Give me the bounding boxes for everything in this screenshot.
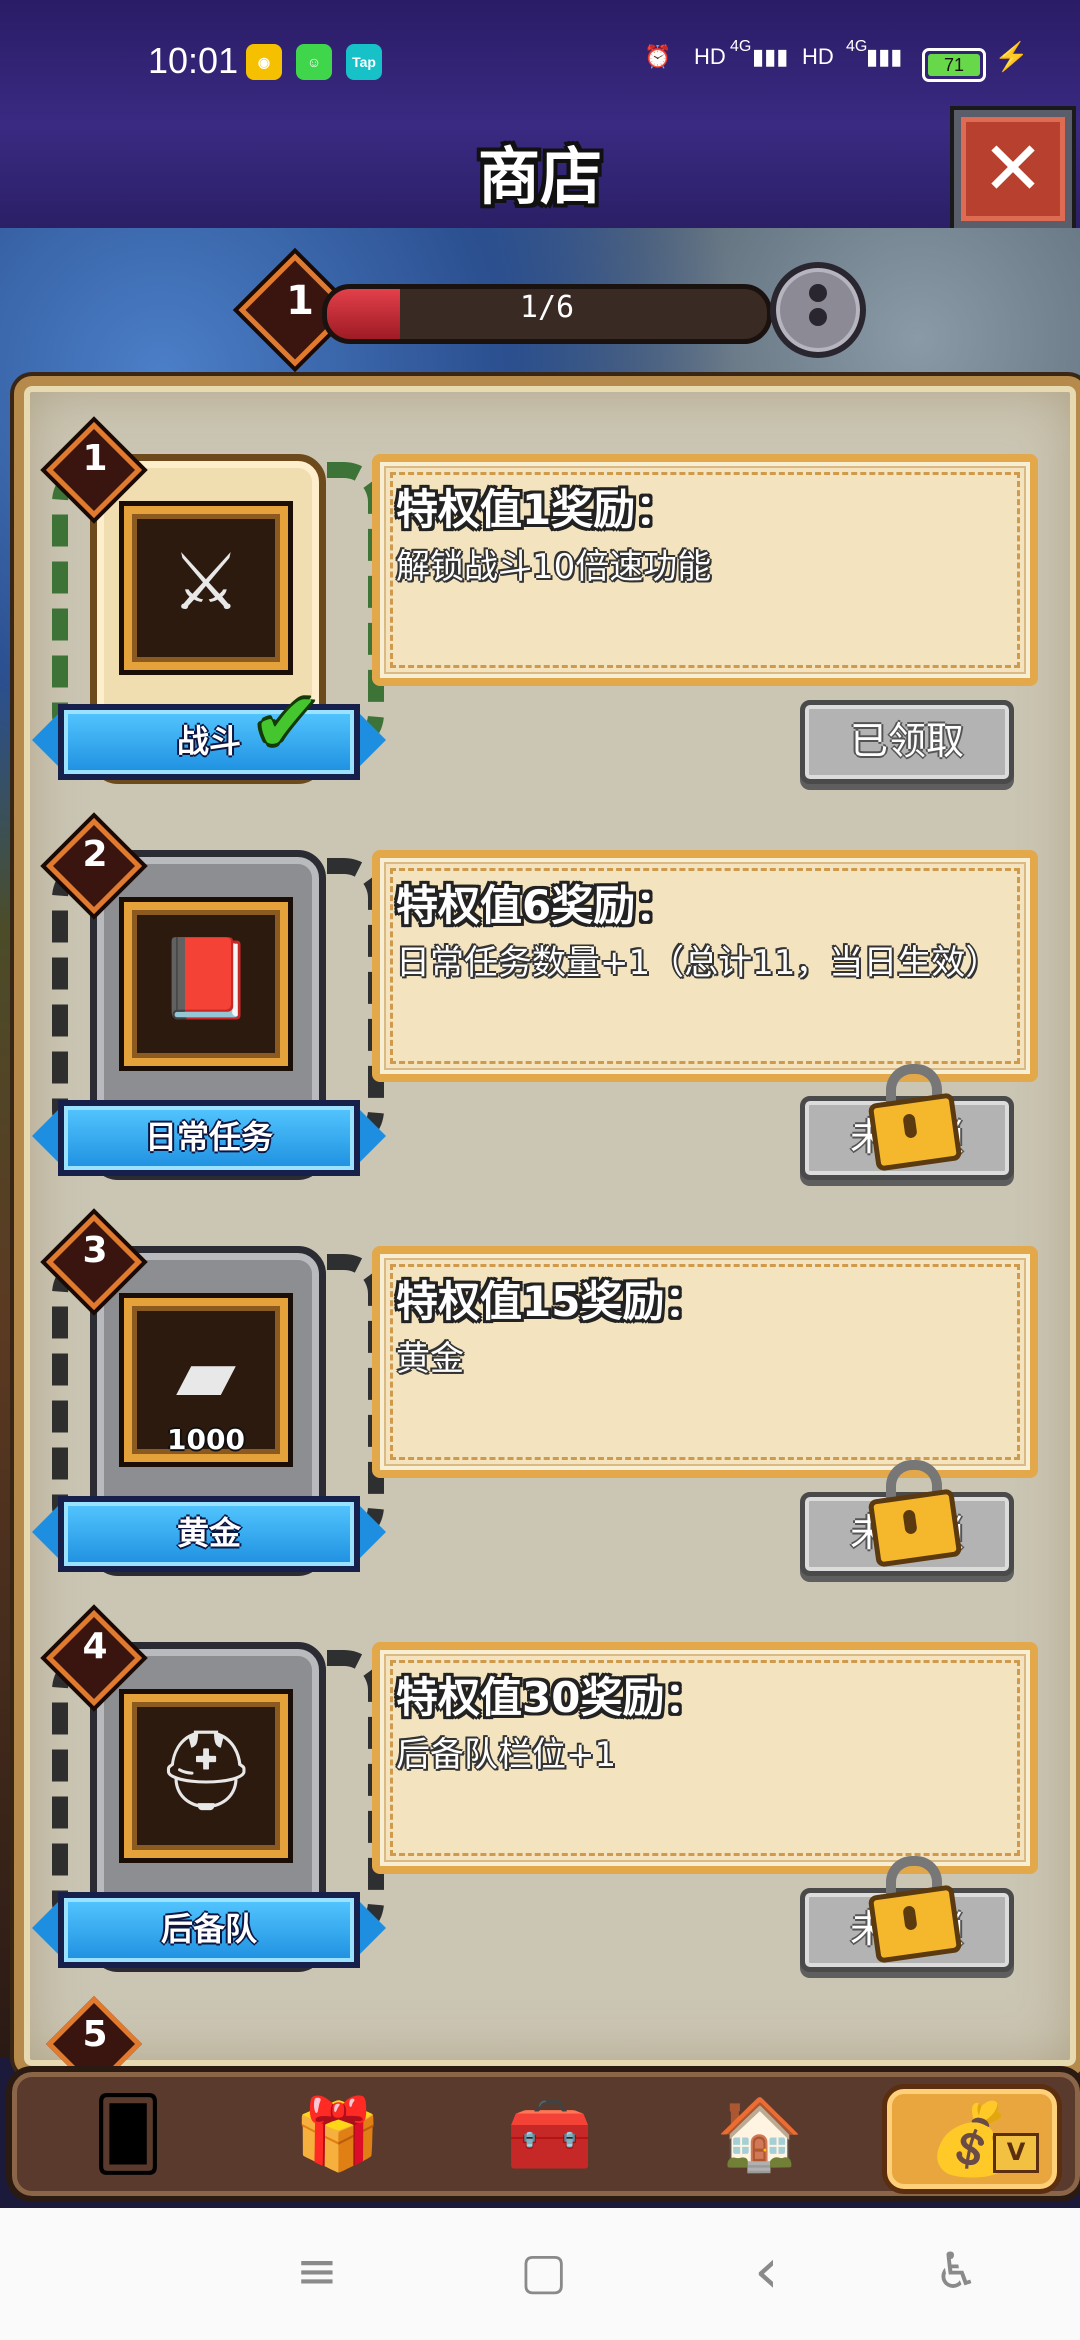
network-4g-label: 4G: [730, 38, 752, 55]
reward-row: ▰ 1000 黄金 3 特权值15奖励： 黄金 未解锁: [0, 1206, 1080, 1601]
reward-title: 特权值6奖励：: [396, 881, 678, 930]
gift-tab[interactable]: 🎁: [288, 2084, 388, 2184]
house-tab[interactable]: 🏠: [710, 2084, 810, 2184]
reward-icon: ⛑: [156, 1726, 256, 1816]
reward-number: 4: [82, 1626, 108, 1667]
back-icon[interactable]: ‹: [754, 2240, 779, 2302]
reward-label: 后备队: [160, 1910, 257, 1948]
lock-icon: [867, 1460, 963, 1568]
taptap-icon: Tap: [346, 44, 382, 80]
card-tab[interactable]: 🂠: [78, 2084, 178, 2184]
battery-level: 71: [928, 54, 980, 76]
next-level-dot: [809, 308, 827, 326]
claimed-button[interactable]: 已领取: [800, 700, 1014, 784]
reward-description-box: 特权值1奖励： 解锁战斗10倍速功能: [372, 454, 1038, 686]
vip-bag-tab[interactable]: 💰 V: [882, 2084, 1062, 2194]
checkmark-icon: ✔: [252, 676, 321, 771]
reward-icon: 📕: [157, 934, 255, 1024]
reward-description-box: 特权值30奖励： 后备队栏位+1: [372, 1642, 1038, 1874]
reward-icon-frame: ⛑: [124, 1694, 288, 1858]
reward-number: 2: [82, 834, 108, 875]
top-bar: 10:01 ◉ ☺ Tap ⏰ HD 4G ▮▮▮ HD 4G ▮▮▮ 71 ⚡…: [0, 0, 1080, 228]
reward-label-ribbon: 黄金: [32, 1496, 386, 1572]
reward-icon-frame: 📕: [124, 902, 288, 1066]
reward-icon: ⚔: [171, 538, 241, 628]
page-title: 商店: [477, 140, 602, 213]
next-level-badge[interactable]: [770, 262, 866, 358]
status-time: 10:01: [148, 40, 239, 81]
signal-icon: ▮▮▮: [752, 44, 789, 69]
reward-label-ribbon: 后备队: [32, 1892, 386, 1968]
reward-label: 日常任务: [144, 1118, 273, 1156]
progress-text: 1/6: [519, 290, 575, 325]
chest-tab[interactable]: 🧰: [500, 2084, 600, 2184]
reward-row: ⛑ 后备队 4 特权值30奖励： 后备队栏位+1 未解锁: [0, 1602, 1080, 1997]
reward-title: 特权值15奖励：: [396, 1277, 707, 1326]
reward-title: 特权值1奖励：: [396, 485, 678, 534]
reward-row: ⚔ 战斗 1 ✔ 特权值1奖励： 解锁战斗10倍速功能 已领取: [0, 414, 1080, 809]
menu-icon[interactable]: ≡: [296, 2246, 338, 2296]
lock-icon: [867, 1856, 963, 1964]
reward-description-box: 特权值15奖励： 黄金: [372, 1246, 1038, 1478]
reward-number: 3: [82, 1230, 108, 1271]
hd-label: HD: [694, 44, 726, 69]
bottom-tab-bar: 🂠 🎁 🧰 🏠 💰 V: [6, 2066, 1080, 2202]
alarm-icon: ⏰: [644, 44, 672, 69]
reward-icon-frame: ⚔: [124, 506, 288, 670]
reward-description-box: 特权值6奖励： 日常任务数量+1（总计11，当日生效）: [372, 850, 1038, 1082]
reward-description: 黄金: [396, 1339, 464, 1379]
vip-badge: V: [993, 2133, 1039, 2173]
reward-label: 黄金: [176, 1514, 241, 1552]
charging-icon: ⚡: [994, 41, 1029, 72]
reward-description: 解锁战斗10倍速功能: [396, 547, 712, 587]
hd-label-2: HD: [802, 44, 834, 69]
network-4g-label-2: 4G: [846, 38, 868, 55]
status-bar: 10:01 ◉ ☺ Tap ⏰ HD 4G ▮▮▮ HD 4G ▮▮▮ 71 ⚡: [0, 0, 1080, 120]
weibo-icon: ◉: [246, 44, 282, 80]
reward-description: 日常任务数量+1（总计11，当日生效）: [396, 943, 1000, 983]
battery-icon: 71: [922, 48, 986, 82]
reward-number: 5: [82, 2014, 108, 2055]
close-button[interactable]: ✕: [954, 110, 1072, 228]
lock-icon: [867, 1064, 963, 1172]
reward-quantity: 1000: [167, 1423, 245, 1456]
wechat-mini-icon: ☺: [296, 44, 332, 80]
accessibility-icon[interactable]: ♿: [934, 2246, 979, 2296]
reward-label-ribbon: 日常任务: [32, 1100, 386, 1176]
reward-number: 1: [82, 438, 108, 479]
signal-icon-2: ▮▮▮: [866, 44, 903, 69]
home-icon[interactable]: ▢: [520, 2246, 567, 2296]
system-nav-bar: ≡ ▢ ‹ ♿: [0, 2208, 1080, 2340]
reward-description: 后备队栏位+1: [396, 1735, 617, 1775]
reward-title: 特权值30奖励：: [396, 1673, 707, 1722]
reward-row: 📕 日常任务 2 特权值6奖励： 日常任务数量+1（总计11，当日生效） 未解锁: [0, 810, 1080, 1205]
reward-icon-frame: ▰ 1000: [124, 1298, 288, 1462]
next-level-dot: [809, 284, 827, 302]
